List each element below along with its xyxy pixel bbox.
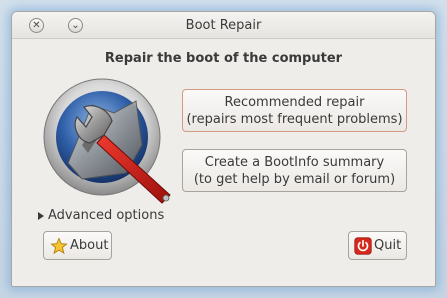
boot-repair-logo-icon [43, 78, 171, 204]
create-bootinfo-label: Create a BootInfo summary [204, 155, 385, 170]
window-title: Boot Repair [185, 18, 262, 33]
about-label: About [70, 238, 109, 253]
advanced-options-expander[interactable]: Advanced options [38, 208, 164, 223]
expander-triangle-icon [38, 211, 44, 220]
boot-repair-window: ✕ ⌄ Boot Repair Repair the boot of the c… [11, 11, 436, 287]
quit-button[interactable]: Quit [348, 231, 407, 260]
create-bootinfo-button[interactable]: Create a BootInfo summary (to get help b… [182, 149, 407, 192]
power-icon [354, 236, 372, 255]
page-heading: Repair the boot of the computer [104, 51, 343, 66]
recommended-repair-button[interactable]: Recommended repair (repairs most frequen… [182, 89, 407, 132]
advanced-options-label: Advanced options [48, 208, 165, 223]
recommended-repair-label: Recommended repair [224, 95, 365, 110]
create-bootinfo-sublabel: (to get help by email or forum) [193, 172, 396, 187]
titlebar: ✕ ⌄ Boot Repair [12, 12, 435, 39]
star-icon [50, 236, 68, 254]
quit-label: Quit [374, 238, 402, 253]
about-button[interactable]: About [43, 231, 112, 260]
recommended-repair-sublabel: (repairs most frequent problems) [186, 112, 403, 127]
